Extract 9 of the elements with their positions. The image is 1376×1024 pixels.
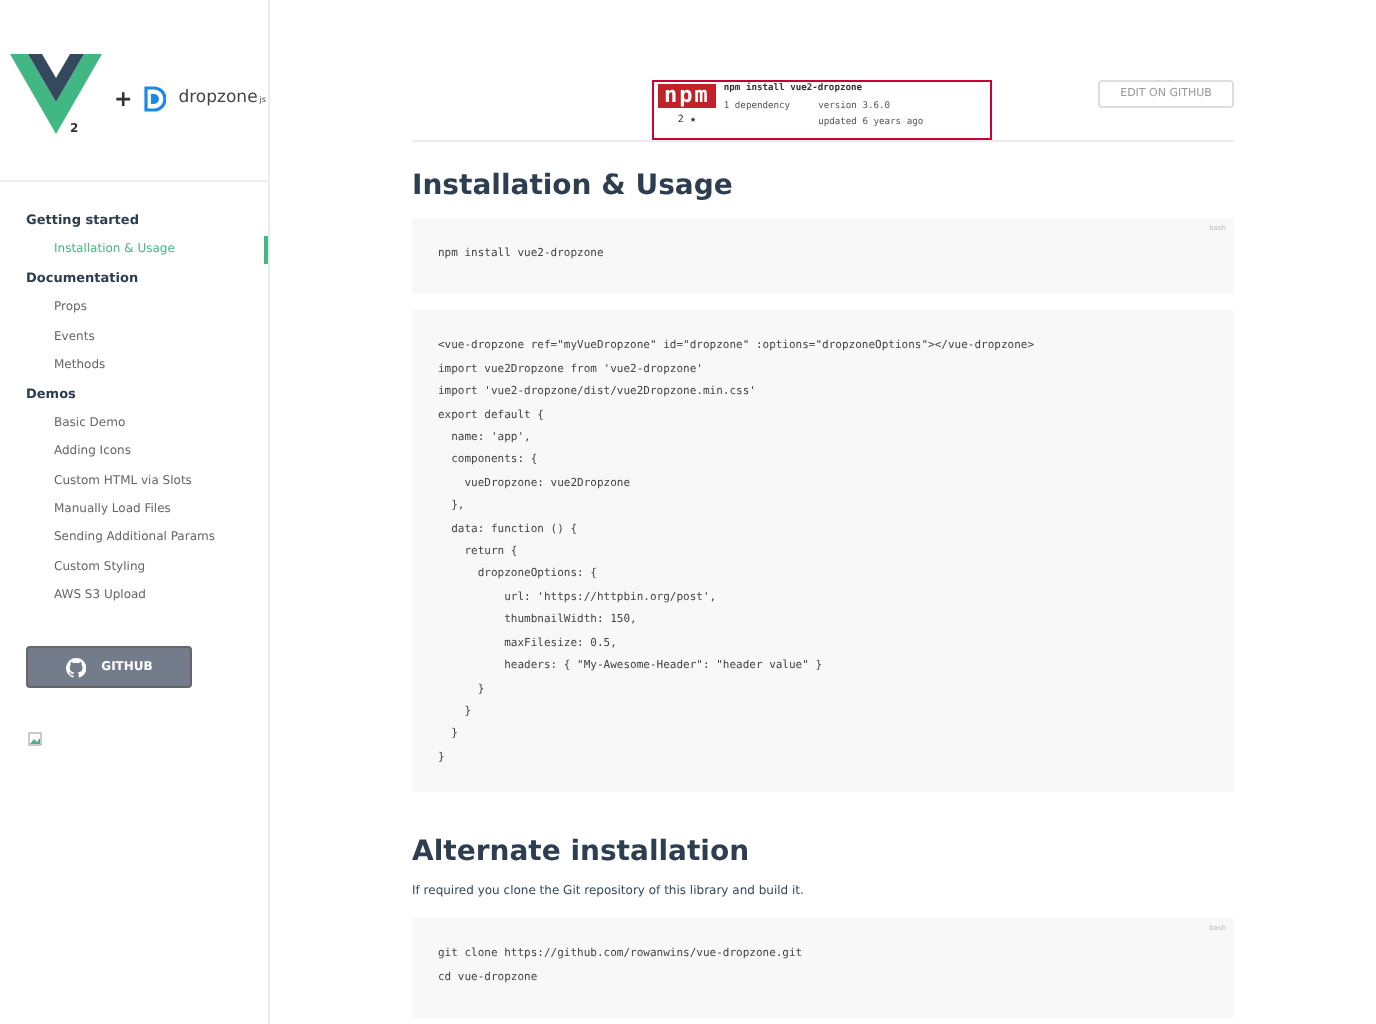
section-heading: Alternate installation — [412, 836, 752, 869]
github-icon — [65, 657, 86, 678]
npm-logo: npm — [658, 84, 716, 108]
dropzone-logo-icon — [144, 85, 167, 111]
section-heading: Installation & Usage — [412, 170, 735, 202]
dropzone-wordmark: dropzone — [178, 88, 258, 108]
broken-image-icon — [28, 732, 42, 747]
plus-sign: + — [114, 85, 133, 111]
vue-logo-icon — [10, 54, 102, 134]
